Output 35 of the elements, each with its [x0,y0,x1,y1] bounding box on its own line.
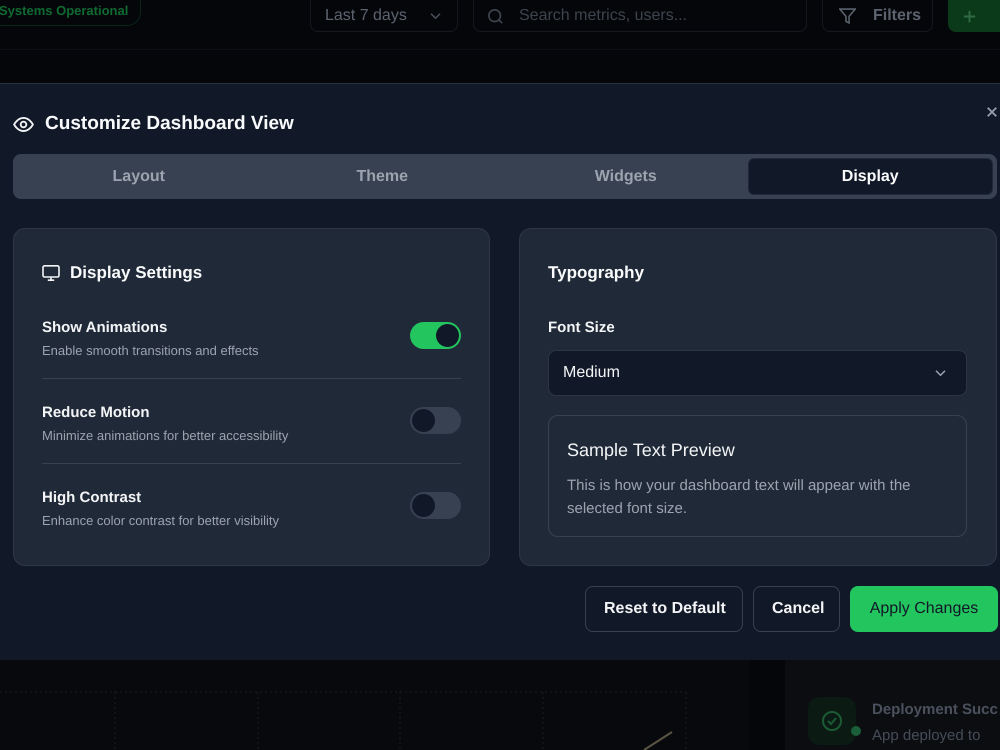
close-icon[interactable] [987,107,997,117]
setting-label: High Contrast [42,488,142,508]
card-title: Typography [548,262,644,284]
setting-description: Enable smooth transitions and effects [42,342,259,360]
monitor-icon [42,265,60,281]
apply-button[interactable]: Apply Changes [850,586,998,632]
search-field[interactable]: Search metrics, users... [473,0,807,32]
setting-description: Minimize animations for better accessibility [42,427,288,445]
tab[interactable]: Theme [260,158,504,195]
field-label: Font Size [548,318,615,338]
notification-message: App deployed to [872,727,982,744]
toggle-switch[interactable] [410,492,461,519]
preview-text: This is how your dashboard text will appear with the selected font size. [567,476,912,519]
toggle-switch[interactable] [410,407,461,434]
tab[interactable]: Widgets [504,158,748,195]
card-title: Display Settings [70,262,202,284]
dialog-title: Customize Dashboard View [45,112,294,136]
secondary-button[interactable]: Cancel [753,586,840,632]
toggle-switch[interactable] [410,322,461,349]
status-dot-icon [850,725,862,737]
secondary-button[interactable]: Reset to Default [585,586,743,632]
filter-icon [839,8,856,24]
plus-icon [963,10,976,22]
tab[interactable]: Display [748,158,993,195]
setting-label: Reduce Motion [42,403,150,423]
setting-description: Enhance color contrast for better visibility [42,512,279,530]
chevron-down-icon [430,13,441,19]
font-size-select[interactable]: Medium [548,350,967,396]
notification-title: Deployment Succ [872,701,998,718]
eye-icon [13,116,34,132]
search-icon [488,9,503,24]
chevron-down-icon [935,370,946,376]
tab[interactable]: Layout [17,158,260,195]
setting-label: Show Animations [42,318,168,338]
preview-title: Sample Text Preview [567,439,735,462]
